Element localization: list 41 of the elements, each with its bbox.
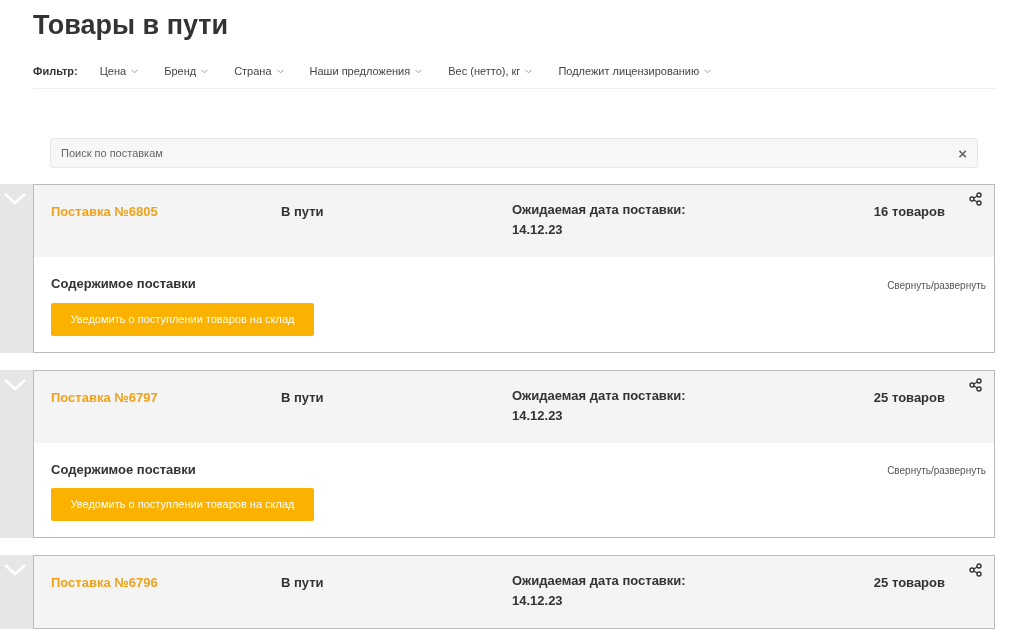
shipment-status: В пути <box>281 388 325 407</box>
chevron-down-icon[interactable] <box>3 563 27 577</box>
filter-dropdown[interactable]: Бренд <box>164 63 209 80</box>
chevron-down-icon[interactable] <box>3 377 27 392</box>
chevron-down-icon[interactable] <box>3 192 27 206</box>
filter-dropdown[interactable]: Страна <box>234 63 284 80</box>
expand-strip[interactable] <box>0 555 33 629</box>
shipment-status: В пути <box>281 203 325 221</box>
expand-strip[interactable] <box>0 184 33 353</box>
caret-icon <box>525 69 533 74</box>
expected-date-label: Ожидаемая дата поставки: <box>512 386 687 405</box>
caret-icon <box>201 69 209 74</box>
share-icon[interactable] <box>969 377 982 392</box>
filter-dropdown[interactable]: Наши предложения <box>309 63 423 80</box>
caret-icon <box>704 69 712 74</box>
expected-date: 14.12.23 <box>512 592 564 610</box>
page-title: Товары в пути <box>33 9 230 42</box>
shipment-status: В пути <box>281 574 325 592</box>
expected-date-label: Ожидаемая дата поставки: <box>512 572 687 590</box>
share-icon[interactable] <box>969 192 982 206</box>
expected-date: 14.12.23 <box>512 221 564 239</box>
caret-icon <box>276 69 284 74</box>
clear-button[interactable]: × <box>958 145 967 161</box>
expand-strip[interactable] <box>0 369 33 538</box>
filter-dropdown[interactable]: Цена <box>99 63 139 80</box>
search-field[interactable]: Поиск по поставкам × <box>50 138 978 168</box>
item-count: 16 товаров <box>872 203 945 221</box>
filter-dropdown[interactable]: Вес (нетто), кг <box>448 63 533 80</box>
expected-date-label: Ожидаемая дата поставки: <box>512 201 687 219</box>
caret-icon <box>131 69 139 74</box>
toggle-link[interactable]: Свернуть/развернуть <box>887 463 986 479</box>
contents-title: Содержимое поставки <box>51 460 196 479</box>
toggle-link[interactable]: Свернуть/развернуть <box>887 277 986 293</box>
contents-title: Содержимое поставки <box>51 275 196 293</box>
share-icon[interactable] <box>969 563 982 577</box>
item-count: 25 товаров <box>872 388 945 407</box>
filter-dropdown[interactable]: Подлежит лицензированию <box>558 63 712 80</box>
caret-icon <box>415 69 423 74</box>
expected-date: 14.12.23 <box>512 406 564 425</box>
filter-label: Фильтр: <box>33 64 78 80</box>
item-count: 25 товаров <box>872 574 945 592</box>
